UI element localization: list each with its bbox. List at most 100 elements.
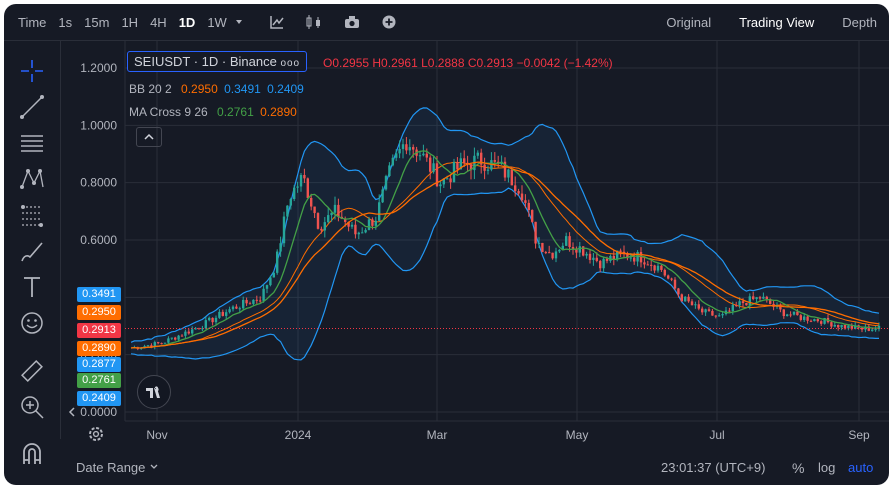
candle-body [184,331,187,336]
auto-toggle[interactable]: auto [848,460,873,475]
candle-body [374,220,377,226]
interval-1w[interactable]: 1W [201,15,233,30]
chevron-down-icon[interactable] [233,16,245,28]
candle-body [486,169,490,171]
candle-body [187,331,190,334]
view-original[interactable]: Original [666,15,711,30]
crosshair-icon[interactable] [18,57,46,85]
indicators-icon[interactable] [269,14,285,30]
candle-body [381,189,384,203]
candle-body [544,252,547,254]
candles-icon[interactable] [305,14,323,30]
text-icon[interactable] [18,273,46,301]
candle-body [663,269,666,276]
time-axis-label: Mar [427,428,448,442]
ruler-icon[interactable] [18,357,46,385]
view-depth[interactable]: Depth [842,15,877,30]
tradingview-logo[interactable] [137,375,171,409]
bb-upper: 0.3491 [224,82,261,96]
candle-body [860,327,864,330]
ohlc-open: O0.2955 [323,56,370,70]
interval-1h[interactable]: 1H [115,15,144,30]
candle-body [534,221,537,244]
tv-logo-icon [146,386,160,398]
candle-body [310,197,313,207]
chart-area[interactable]: 1.20001.00000.80000.60000.40000.20000.00… [61,41,889,485]
candle-body [541,242,544,253]
candle-body [388,165,391,177]
top-toolbar: Time 1s 15m 1H 4H 1D 1W Original Trading… [4,4,889,41]
more-dots[interactable]: ooo [280,58,300,69]
candle-body [262,288,265,301]
price-axis-label: 0.0000 [80,405,117,419]
candle-body [296,186,299,188]
horizontal-lines-icon[interactable] [18,129,46,157]
candle-body [697,304,700,309]
candle-body [364,229,367,233]
date-range-button[interactable]: Date Range [76,460,159,475]
candle-body [286,205,289,217]
candle-body [792,311,796,315]
settings-gear-icon[interactable] [86,424,106,444]
candle-body [306,178,309,198]
candle-body [191,329,194,334]
date-range-label: Date Range [76,460,146,475]
emoji-icon[interactable] [18,309,46,337]
candle-body [384,176,388,190]
pattern-icon[interactable] [18,165,46,193]
candle-body [837,325,840,328]
magnet-icon[interactable] [18,440,46,468]
candle-body [235,306,238,309]
candle-body [524,200,527,203]
candle-body [636,251,639,262]
candle-body [605,258,609,261]
percent-toggle[interactable]: % [792,460,804,476]
candle-body [738,301,741,306]
candle-body [225,312,228,316]
brush-icon[interactable] [18,237,46,265]
candle-body [231,306,235,310]
candle-body [449,178,452,183]
price-axis-label: 0.8000 [80,176,117,190]
fib-icon[interactable] [18,201,46,229]
candle-body [599,260,602,269]
zoom-in-icon[interactable] [18,393,46,421]
candle-body [728,310,731,312]
candle-body [721,314,724,316]
candle-body [520,193,524,201]
candle-body [242,299,245,309]
bottom-bar: Date Range 23:01:37 (UTC+9) % log auto [61,452,889,485]
interval-15m[interactable]: 15m [78,15,115,30]
candle-body [680,294,683,302]
interval-4h[interactable]: 4H [144,15,173,30]
candle-body [354,224,357,235]
candle-body [279,243,282,252]
interval-1d[interactable]: 1D [173,15,202,30]
add-icon[interactable] [381,14,397,30]
candle-body [180,335,184,337]
candle-body [327,215,330,223]
camera-icon[interactable] [343,14,361,30]
chevron-up-icon [144,133,154,140]
candle-body [803,316,806,320]
candle-body [554,251,558,259]
candle-body [595,257,598,261]
candle-body [748,296,751,306]
interval-1s[interactable]: 1s [52,15,78,30]
candle-body [735,304,738,306]
candle-body [646,264,649,266]
chevron-left-icon[interactable] [65,405,79,419]
collapse-legend-button[interactable] [136,127,162,147]
candle-body [255,299,258,301]
candle-body [643,262,646,265]
candle-body [146,345,150,347]
candle-body [711,310,714,316]
price-chart[interactable]: 1.20001.00000.80000.60000.40000.20000.00… [61,41,889,452]
symbol-label[interactable]: SEIUSDT · 1D · Binance ooo [127,51,308,72]
trend-line-icon[interactable] [18,93,46,121]
view-trading-view[interactable]: Trading View [739,15,814,30]
interval-time[interactable]: Time [12,15,52,30]
candle-body [320,228,323,231]
log-toggle[interactable]: log [818,460,835,475]
candle-body [395,153,398,158]
